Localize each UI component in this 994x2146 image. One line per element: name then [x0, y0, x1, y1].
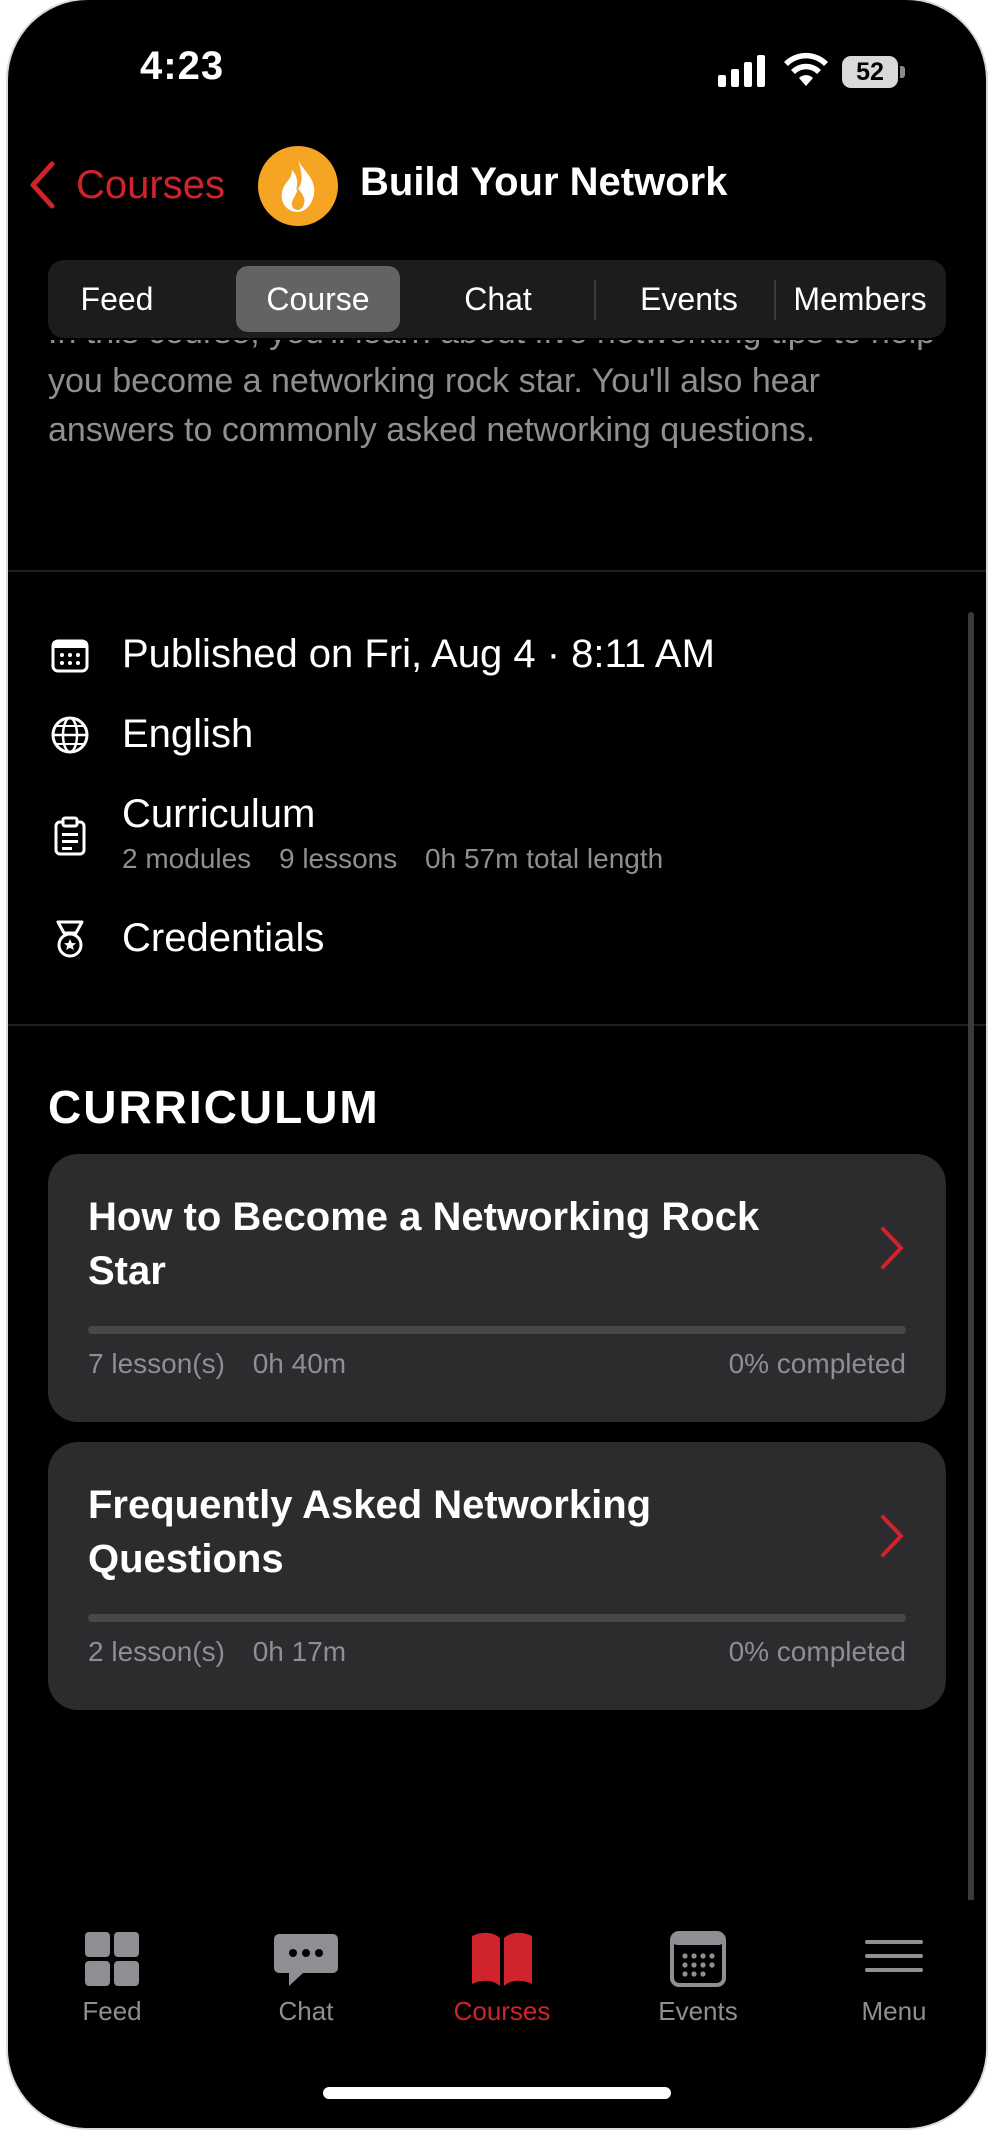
credentials-row: Credentials [48, 916, 324, 961]
module-lessons: 2 lesson(s) [88, 1636, 225, 1667]
battery-level: 52 [842, 56, 898, 88]
credentials-label: Credentials [122, 916, 325, 960]
page-title: Build Your Network [360, 160, 728, 204]
total-length: 0h 57m total length [425, 843, 664, 874]
modules-count: 2 modules [122, 843, 252, 874]
chevron-right-icon [881, 1227, 903, 1269]
segmented-control: Feed Course Chat Events Members [48, 260, 946, 338]
group-avatar[interactable] [258, 146, 338, 226]
chat-bubble-icon [274, 1934, 338, 1986]
scrollbar[interactable] [968, 612, 974, 1902]
curriculum-summary-row: Curriculum 2 modules 9 lessons 0h 57m to… [48, 792, 683, 875]
tabbar-item-menu[interactable]: Menu [814, 1930, 974, 2040]
medal-icon [48, 917, 92, 961]
module-duration: 0h 40m [252, 1348, 347, 1379]
tab-chat[interactable]: Chat [418, 266, 578, 332]
home-indicator[interactable] [323, 2087, 671, 2099]
module-stats: 7 lesson(s) 0h 40m [88, 1348, 366, 1380]
status-bar: 4:23 52 [8, 0, 986, 120]
module-card[interactable]: Frequently Asked Networking Questions 2 … [48, 1442, 946, 1710]
wifi-icon [784, 52, 828, 86]
module-progress-bar [88, 1326, 906, 1334]
segment-divider [774, 280, 776, 320]
tab-course[interactable]: Course [236, 266, 400, 332]
language-row: English [48, 712, 253, 757]
back-button[interactable]: Courses [28, 150, 225, 220]
divider [8, 1024, 986, 1026]
tab-feed[interactable]: Feed [54, 266, 180, 332]
course-description: In this course, you'll learn about five … [48, 340, 935, 449]
module-completion: 0% completed [728, 1348, 906, 1379]
divider [8, 570, 986, 572]
chevron-right-icon [881, 1515, 903, 1557]
module-completion: 0% completed [728, 1636, 906, 1667]
module-duration: 0h 17m [252, 1636, 347, 1667]
cellular-signal-icon [718, 55, 765, 87]
book-icon [472, 1932, 532, 1986]
calendar-icon [670, 1931, 726, 1987]
published-date: Published on Fri, Aug 4 · 8:11 AM [122, 632, 715, 676]
flame-icon [281, 160, 315, 212]
module-progress-bar [88, 1614, 906, 1622]
segment-divider [594, 280, 596, 320]
tabbar-label: Chat [278, 1996, 334, 2026]
navigation-bar: Courses Build Your Network [8, 140, 986, 230]
chevron-left-icon [30, 161, 55, 209]
tabbar-item-events[interactable]: Events [618, 1930, 778, 2040]
module-title: Frequently Asked Networking Questions [88, 1483, 652, 1581]
tab-members[interactable]: Members [778, 266, 942, 332]
module-stats: 2 lesson(s) 0h 17m [88, 1636, 366, 1668]
published-row: Published on Fri, Aug 4 · 8:11 AM [48, 632, 715, 677]
module-lessons: 7 lesson(s) [88, 1348, 225, 1379]
tabbar-label: Events [658, 1996, 738, 2026]
curriculum-stats: 2 modules 9 lessons 0h 57m total length [122, 843, 683, 875]
module-card[interactable]: How to Become a Networking Rock Star 7 l… [48, 1154, 946, 1422]
lessons-count: 9 lessons [278, 843, 398, 874]
clipboard-icon [48, 814, 92, 858]
tabbar-label: Menu [861, 1996, 927, 2026]
tabbar-label: Feed [82, 1996, 142, 2026]
status-time: 4:23 [140, 44, 225, 88]
globe-icon [48, 713, 92, 757]
description-viewport: In this course, you'll learn about five … [8, 340, 986, 570]
battery-icon: 52 [842, 56, 906, 88]
phone-screen: 4:23 52 Courses Build Your Network you b… [8, 0, 986, 2128]
grid-icon [85, 1932, 139, 1986]
back-button-label: Courses [76, 162, 225, 207]
hamburger-icon [865, 1940, 923, 1972]
section-title-curriculum: CURRICULUM [48, 1081, 380, 1133]
tabbar-label: Courses [453, 1996, 551, 2026]
calendar-icon [48, 633, 92, 677]
module-title: How to Become a Networking Rock Star [88, 1195, 760, 1293]
tabbar-item-feed[interactable]: Feed [32, 1930, 192, 2040]
tab-events[interactable]: Events [608, 266, 770, 332]
tabbar-item-courses[interactable]: Courses [422, 1930, 582, 2040]
tabbar-item-chat[interactable]: Chat [226, 1930, 386, 2040]
language-value: English [122, 712, 254, 756]
curriculum-label: Curriculum [122, 792, 316, 836]
